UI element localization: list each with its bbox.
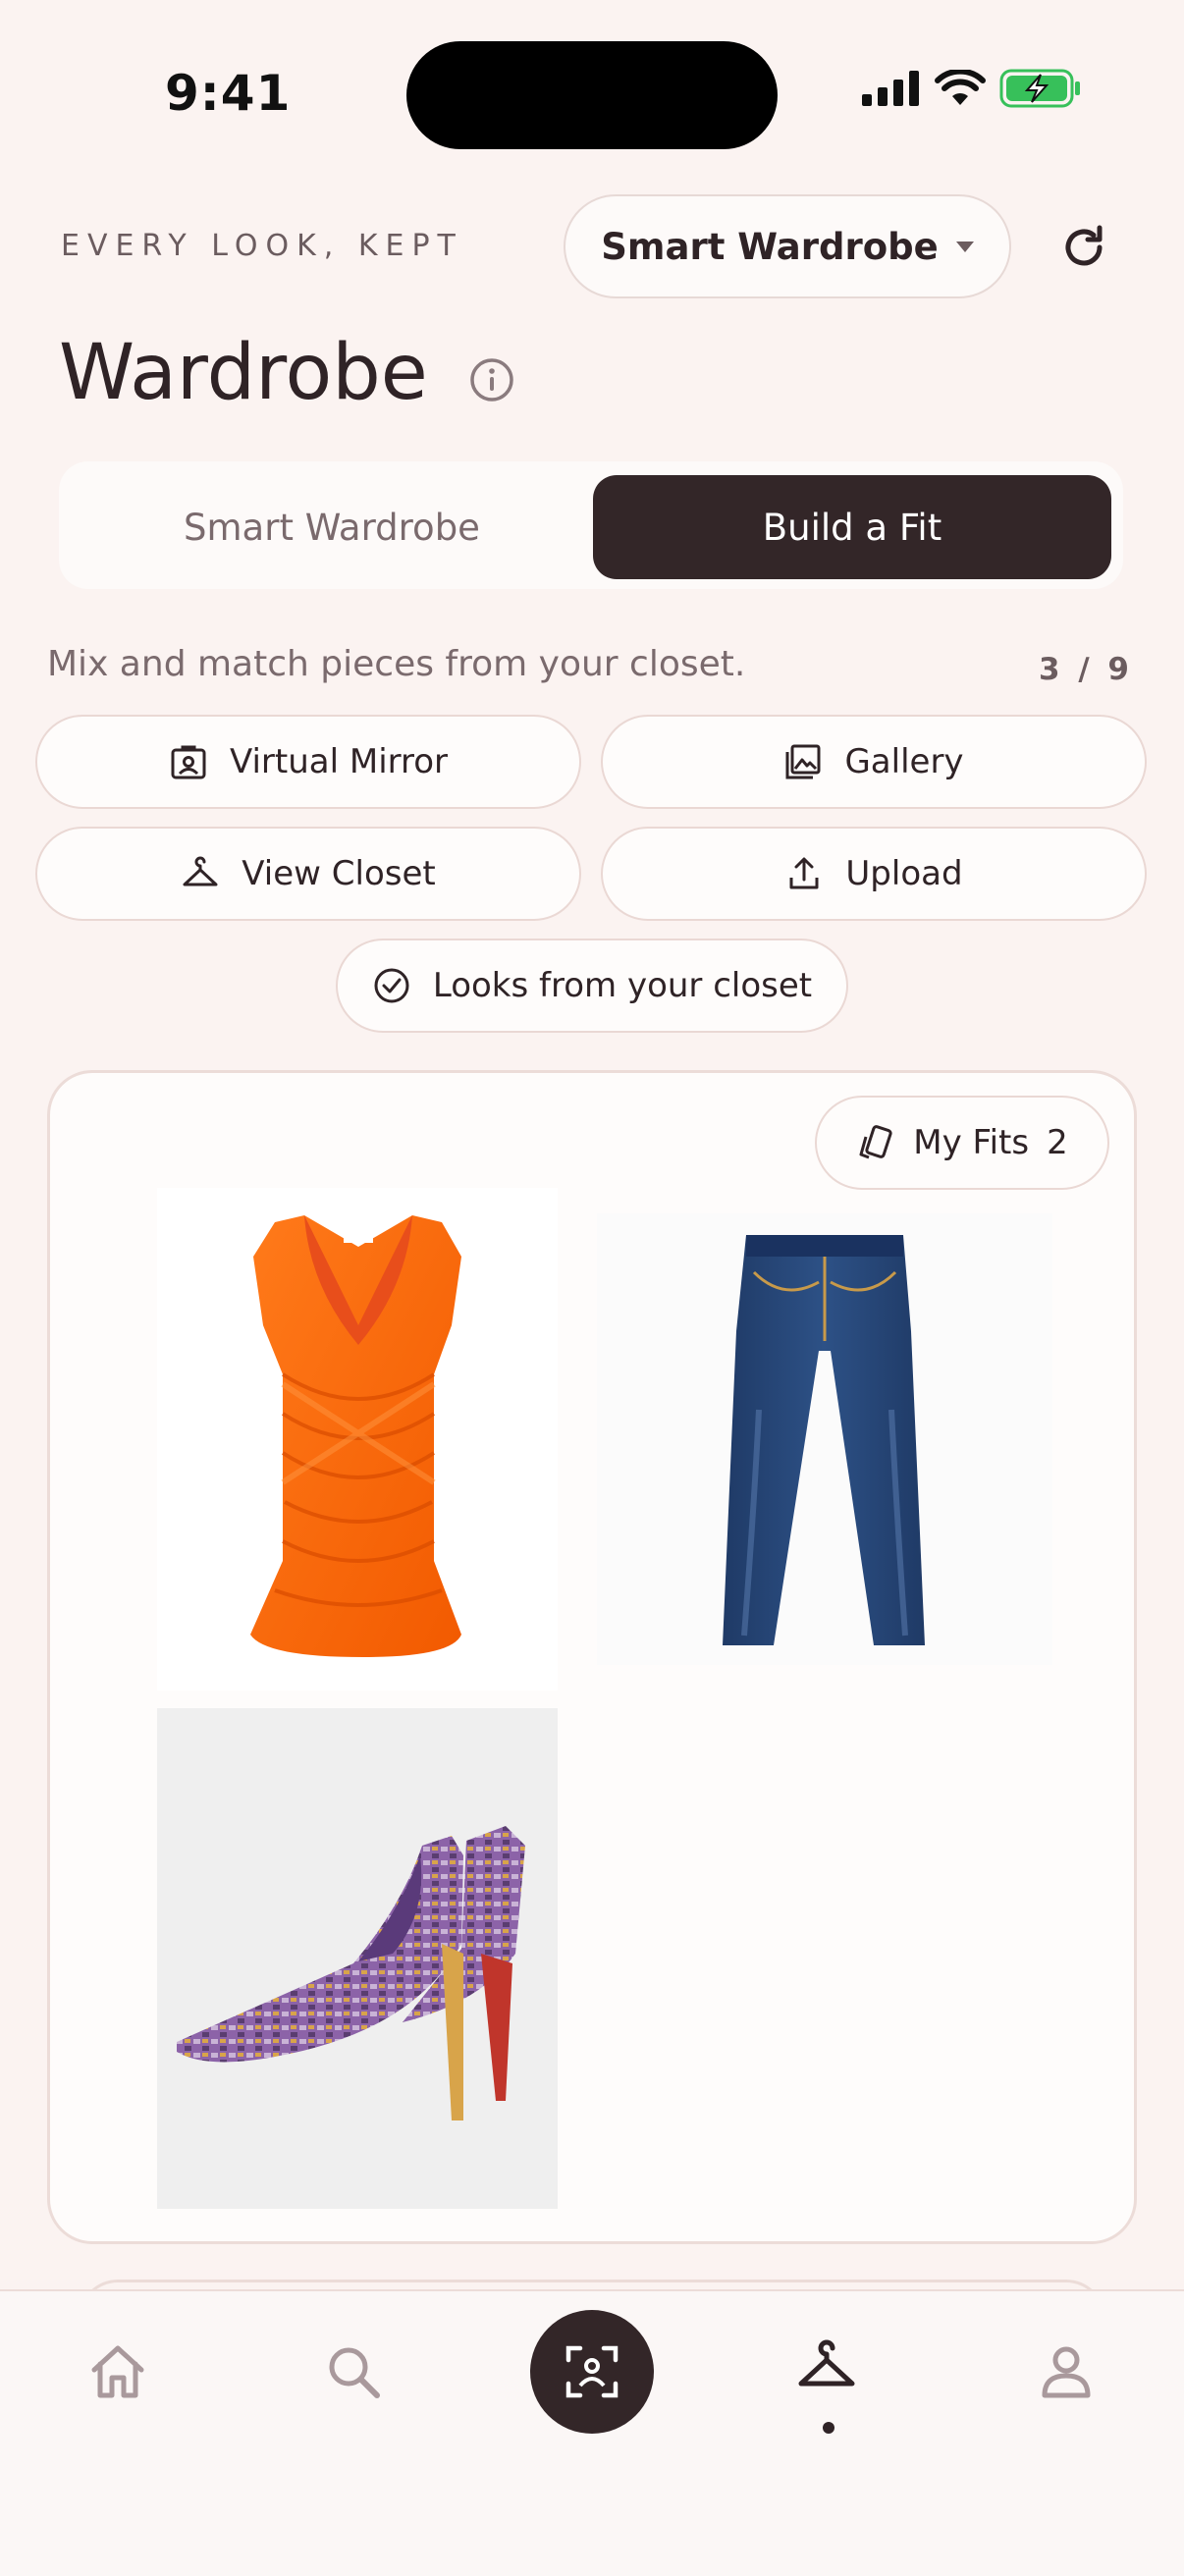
blue-jeans-image <box>723 1235 925 1645</box>
view-closet-label: View Closet <box>242 854 436 893</box>
item-counter: 3 / 9 <box>1038 652 1133 687</box>
my-fits-count: 2 <box>1047 1123 1068 1162</box>
my-fits-label: My Fits <box>913 1123 1030 1162</box>
outfit-item-bottom[interactable] <box>597 1213 1052 1665</box>
status-time: 9:41 <box>165 65 292 122</box>
gallery-label: Gallery <box>844 742 964 781</box>
upload-button[interactable]: Upload <box>601 827 1147 921</box>
active-tab-indicator <box>823 2422 834 2434</box>
page-title: Wardrobe <box>59 329 428 417</box>
view-closet-button[interactable]: View Closet <box>35 827 581 921</box>
home-icon[interactable] <box>86 2340 149 2403</box>
eyebrow-tagline: EVERY LOOK, KEPT <box>61 229 463 263</box>
snakeskin-pumps-image <box>177 1826 525 2120</box>
upload-icon <box>789 857 819 889</box>
profile-icon[interactable] <box>1035 2340 1098 2403</box>
scan-button[interactable] <box>530 2310 654 2434</box>
info-icon[interactable] <box>469 357 514 402</box>
battery-charging-icon <box>999 69 1080 108</box>
virtual-mirror-label: Virtual Mirror <box>229 742 449 781</box>
outfit-item-shoes[interactable] <box>157 1708 558 2209</box>
outfit-item-top[interactable] <box>157 1188 558 1690</box>
virtual-mirror-button[interactable]: Virtual Mirror <box>35 715 581 809</box>
wifi-icon <box>935 70 986 105</box>
tab-build-a-fit[interactable]: Build a Fit <box>593 475 1111 579</box>
mode-segmented-control: Smart Wardrobe Build a Fit <box>59 461 1123 589</box>
wardrobe-select-label: Smart Wardrobe <box>601 225 939 268</box>
tab-smart-wardrobe[interactable]: Smart Wardrobe <box>59 475 605 579</box>
upload-label: Upload <box>845 854 963 893</box>
my-fits-button[interactable]: My Fits 2 <box>815 1096 1109 1190</box>
cards-stack-icon <box>859 1125 892 1159</box>
hanger-icon <box>183 856 218 886</box>
status-icons <box>862 69 1082 108</box>
looks-from-closet-label: Looks from your closet <box>432 966 813 1005</box>
dynamic-island <box>406 41 778 149</box>
wardrobe-hanger-icon[interactable] <box>795 2336 858 2399</box>
chevron-down-icon <box>955 241 974 252</box>
face-scan-icon <box>565 2345 619 2398</box>
search-icon[interactable] <box>322 2340 385 2403</box>
signal-icon <box>862 71 919 106</box>
section-subtitle: Mix and match pieces from your closet. <box>47 644 746 684</box>
wardrobe-select-dropdown[interactable]: Smart Wardrobe <box>564 194 1011 298</box>
refresh-icon[interactable] <box>1056 220 1111 275</box>
check-circle-icon <box>374 968 409 1003</box>
looks-from-closet-button[interactable]: Looks from your closet <box>336 939 848 1033</box>
gallery-icon <box>785 744 821 779</box>
mirror-portrait-icon <box>171 745 206 779</box>
gallery-button[interactable]: Gallery <box>601 715 1147 809</box>
orange-top-image <box>250 1215 461 1657</box>
